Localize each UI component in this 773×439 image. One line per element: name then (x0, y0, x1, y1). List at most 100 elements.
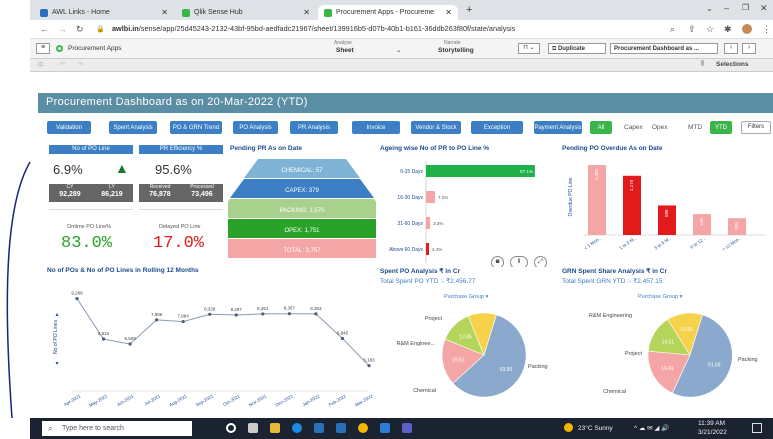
duplicate-button[interactable]: ⧉ Duplicate (548, 43, 606, 54)
x-tick-label: Nov-2021 (248, 393, 268, 407)
tab-search-chevron-icon[interactable]: ⌄ (706, 4, 713, 13)
task-view-icon[interactable] (248, 423, 258, 433)
clock-time[interactable]: 11:39 AM (698, 420, 725, 427)
ageing-data-label: 3.3% (433, 221, 443, 226)
back-icon[interactable]: ← (40, 24, 49, 34)
profile-avatar[interactable] (742, 24, 752, 34)
chevron-down-icon: ▾ (55, 361, 58, 367)
step-forward-icon[interactable]: ↷ (78, 61, 83, 68)
received-stat: Received 76,878 (139, 184, 181, 202)
smart-search-icon[interactable]: ⊡ (38, 61, 43, 68)
line-data-label: 8,353 (310, 306, 322, 311)
storytelling-tab[interactable]: Storytelling (438, 47, 474, 54)
dashboard-title-bar: Procurement Dashboard as on 20-Mar-2022 … (38, 93, 773, 113)
ageing-category-label: 0-15 Days (400, 169, 423, 175)
line-data-label: 8,328 (204, 306, 216, 311)
rolling-line-chart: No of PO Lines ▴ ▾ 9,289 Apr-2021 6,815 May-20… (53, 291, 375, 408)
word-icon[interactable] (380, 423, 390, 433)
cortana-icon[interactable] (226, 423, 236, 433)
pie-data-label: 13.85 (459, 335, 472, 341)
clock-date[interactable]: 3/21/2022 (698, 429, 727, 436)
line-data-label: 6,845 (337, 331, 349, 336)
x-tick-label: Dec-2021 (274, 393, 294, 407)
chevron-down-icon[interactable]: ⌄ (396, 46, 401, 54)
filter-button-pr-analysis[interactable]: PR Analysis (290, 121, 338, 134)
pie-data-label: 19.41 (661, 366, 674, 372)
tab-awl-links[interactable]: AWL Links - Home ✕ (34, 5, 174, 20)
filter-button-exception[interactable]: Exception (471, 121, 523, 134)
bookmark-star-icon[interactable]: ☆ (706, 24, 714, 35)
next-sheet-icon[interactable]: › (742, 43, 756, 54)
toggle-capex[interactable]: Capex (624, 124, 643, 131)
delayed-label: Delayed PO Line (159, 224, 201, 230)
filter-button-validation[interactable]: Validation (47, 121, 91, 134)
toggle-ytd[interactable]: YTD (710, 121, 732, 134)
app-icon[interactable] (314, 423, 324, 433)
filter-button-po-grn-trend[interactable]: PO & GRN Trend (170, 121, 222, 134)
ageing-bar (426, 165, 535, 177)
grn-panel: GRN Spent Share Analysis ₹ in Cr Total S… (560, 267, 773, 417)
edge-icon[interactable] (292, 423, 302, 433)
windows-start-icon[interactable]: ⊞ (14, 423, 22, 434)
line-data-label: 6,815 (98, 331, 110, 336)
pyramid-level-label: TOTAL: 3,757 (283, 248, 321, 254)
minimize-icon[interactable]: – (724, 3, 729, 13)
pie-legend-label: Project (625, 351, 643, 357)
notification-icon[interactable] (752, 423, 762, 433)
prev-sheet-icon[interactable]: ‹ (724, 43, 738, 54)
close-tab-icon[interactable]: ✕ (445, 8, 452, 17)
zoom-icon[interactable]: ⌕ (670, 24, 675, 35)
new-tab-icon[interactable]: + (466, 4, 472, 16)
filters-button[interactable]: Filters (741, 121, 771, 134)
bookmark-icon[interactable]: ⊓ ⌄ (518, 43, 540, 54)
pie-data-label: 63.95 (500, 367, 513, 373)
hamburger-menu-icon[interactable]: ≡ (36, 43, 50, 54)
weather-text[interactable]: 23°C Sunny (578, 425, 613, 432)
filter-button-invoice[interactable]: Invoice (352, 121, 400, 134)
close-tab-icon[interactable]: ✕ (303, 8, 310, 17)
tab-qlik-hub[interactable]: Qlik Sense Hub ✕ (176, 5, 316, 20)
sheet-selector[interactable]: Procurement Dashboard as ... (610, 43, 718, 54)
pending-po-bar-chart: Overdue PO Line 1,392 < 1 Mon.. 1,178 1 to 3… (568, 165, 765, 252)
line-series (76, 298, 370, 367)
x-tick-label: Sep-2021 (195, 393, 215, 407)
ly-value: 86,219 (101, 191, 123, 198)
toggle-all[interactable]: All (590, 121, 612, 134)
line-point (208, 312, 212, 316)
filter-button-vendor-stock[interactable]: Vendor & Stock (411, 121, 461, 134)
taskbar-search[interactable]: ⌕ Type here to search (42, 421, 192, 436)
tab-label: Procurement Apps - Procureme (336, 9, 435, 16)
tab-procurement-apps[interactable]: Procurement Apps - Procureme ✕ (318, 5, 458, 20)
ageing-bar (426, 243, 429, 255)
file-explorer-icon[interactable] (270, 423, 280, 433)
outlook-icon[interactable] (336, 423, 346, 433)
address-bar[interactable]: awlbi.in/sense/app/25d45243-2132-43bf-95… (112, 24, 515, 33)
toggle-mtd[interactable]: MTD (688, 124, 702, 131)
tab-label: AWL Links - Home (52, 9, 110, 16)
selections-tool-icon[interactable]: ⫼ (701, 61, 704, 68)
share-icon[interactable]: ⇪ (688, 24, 696, 35)
filter-button-payment-analysis[interactable]: Payment Analysis (534, 121, 582, 134)
sheet-tab[interactable]: Sheet (336, 47, 354, 54)
ageing-bar-chart: 0-15 Days 87.1% 16-30 Days 7.2% 31-60 Days 3.… (389, 161, 535, 263)
restore-icon[interactable]: ❐ (742, 3, 749, 12)
forward-icon[interactable]: → (58, 24, 67, 34)
pie-data-label: 19.61 (452, 358, 465, 364)
tray-icons[interactable]: ^ ☁ ✉ ◢ 🔊 (634, 424, 669, 432)
pr-efficiency-value: 95.6% (155, 162, 192, 177)
chrome-icon[interactable] (358, 423, 368, 433)
close-tab-icon[interactable]: ✕ (161, 8, 168, 17)
step-back-icon[interactable]: ↶ (60, 61, 65, 68)
toggle-opex[interactable]: Opex (652, 124, 668, 131)
overdue-data-label: 1,392 (594, 169, 599, 181)
reload-icon[interactable]: ↻ (76, 24, 84, 35)
close-window-icon[interactable]: ✕ (760, 3, 768, 14)
filter-button-po-analysis[interactable]: PO Analysis (233, 121, 278, 134)
filter-button-spent-analysis[interactable]: Spent Analysis (109, 121, 157, 134)
browser-menu-icon[interactable]: ⋮ (762, 24, 771, 35)
cy-stat: CY 92,289 (49, 184, 91, 202)
selections-label[interactable]: Selections (716, 61, 749, 68)
line-point (287, 312, 291, 316)
extensions-icon[interactable]: ✱ (724, 24, 732, 35)
teams-icon[interactable] (402, 423, 412, 433)
